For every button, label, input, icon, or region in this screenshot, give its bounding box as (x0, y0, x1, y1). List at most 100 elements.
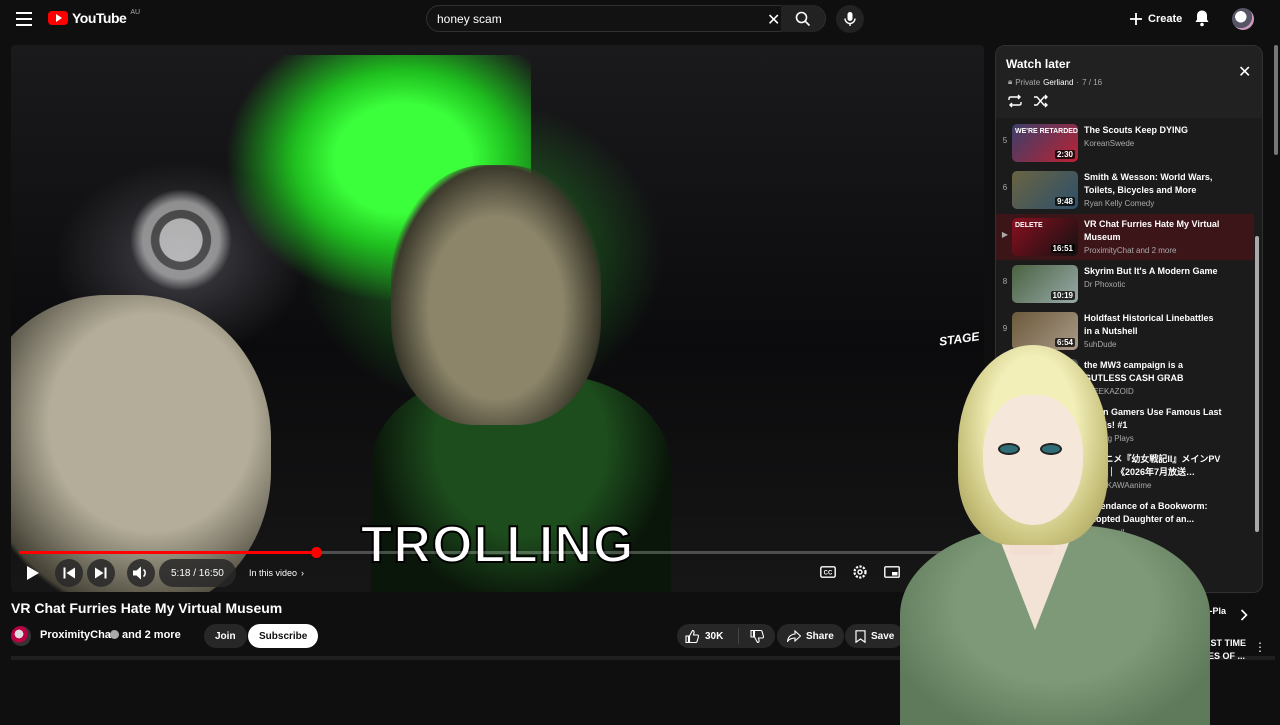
playlist-item-channel: Dr Phoxotic (1084, 280, 1126, 289)
playlist-item[interactable]: 8 10:19 Skyrim But It's A Modern Game Dr Ph… (996, 261, 1254, 307)
chevron-right-icon: › (301, 568, 305, 578)
playlist-item[interactable]: 6 9:48 Smith & Wesson: World Wars, Toilets… (996, 167, 1254, 213)
playlist-title[interactable]: Watch later (1006, 57, 1070, 71)
playlist-item-thumbnail[interactable]: WE'RE RETARDED 2:30 (1012, 124, 1078, 162)
like-count: 30K (705, 630, 724, 642)
playlist-subtitle: 🔒︎ Private Gerliand · 7 / 16 (1008, 77, 1102, 87)
channel-name[interactable]: ProximityChat (40, 629, 115, 641)
dislike-button[interactable] (739, 629, 775, 643)
svg-text:CC: CC (824, 571, 833, 577)
page-scrollbar[interactable] (1274, 45, 1278, 155)
loop-button[interactable] (1007, 94, 1023, 113)
playlist-item-title: VR Chat Furries Hate My Virtual Museum (1084, 219, 1220, 242)
notifications-button[interactable] (1194, 9, 1210, 32)
create-button[interactable]: Create (1120, 6, 1192, 32)
playlist-item-thumbnail[interactable] (1012, 359, 1078, 397)
video-player[interactable]: STAGE TROLLING 5:18 / 16:50 In this vide… (11, 45, 984, 592)
verified-icon (110, 630, 119, 639)
loop-icon (1008, 94, 1022, 108)
playlist-item-text: Ascendance of a Bookworm: Adopted Daught… (1084, 500, 1224, 537)
duration-badge: 9:48 (1054, 197, 1075, 206)
time-display: 5:18 / 16:50 (159, 559, 236, 587)
account-avatar[interactable] (1232, 8, 1254, 30)
chip-role-play[interactable]: Role-Pla (1190, 606, 1226, 616)
playlist-item[interactable]: Ever... | (996, 583, 1254, 593)
playlist-item[interactable]: 9 6:54 Holdfast Historical Linebattles in … (996, 308, 1254, 354)
bookmark-icon (855, 629, 866, 643)
playlist-item-text: the MW3 campaign is a GUTLESS CASH GRAB F… (1084, 359, 1224, 396)
like-dislike-group: 30K (677, 624, 775, 648)
playlist-item-thumbnail[interactable]: 6:54 (1012, 312, 1078, 350)
recommended-video-title[interactable]: FIRST TIME SEES OF ... (1196, 637, 1256, 663)
playlist-item-thumbnail[interactable] (1012, 587, 1078, 592)
playlist-item[interactable]: When Gamers Use Famous Last Words! #1 Gam… (996, 402, 1254, 448)
playlist-item-title: TVアニメ『幼女戦記II』メインPV第1弾｜《2026年7月放送… (1084, 454, 1221, 477)
playlist-item-channel: 5uhDude (1084, 340, 1117, 349)
previous-button[interactable] (55, 559, 83, 587)
search-icon (795, 11, 811, 26)
separator: · (1076, 77, 1080, 87)
video-metadata: VR Chat Furries Hate My Virtual Museum P… (11, 600, 905, 648)
playlist-item-title: Ascendance of a Bookworm: Adopted Daught… (1084, 501, 1208, 524)
subscribe-button[interactable]: Subscribe (248, 624, 319, 648)
captions-button[interactable]: CC (817, 561, 839, 583)
channel-collaborators[interactable]: and 2 more (122, 629, 181, 641)
playlist-item[interactable]: the MW3 campaign is a GUTLESS CASH GRAB F… (996, 355, 1254, 401)
playlist-item-index: 9 (1002, 324, 1008, 333)
playlist-item-thumbnail[interactable] (1012, 547, 1078, 585)
duration-badge: 16:51 (1050, 244, 1075, 253)
playlist-item-title: Ever... | (1084, 588, 1116, 593)
playlist-item-current[interactable]: ▶ DELETE 16:51 VR Chat Furries Hate My Virt… (996, 214, 1254, 260)
playlist-item[interactable]: Ascendance of a Bookworm: Adopted Daught… (996, 496, 1254, 542)
search-input[interactable] (437, 11, 757, 26)
close-icon[interactable]: ✕ (1238, 62, 1251, 82)
next-button[interactable] (87, 559, 115, 587)
microphone-icon (844, 12, 856, 26)
playlist-item-thumbnail[interactable]: 9:48 (1012, 171, 1078, 209)
save-button[interactable]: Save (845, 624, 905, 648)
playlist-item-thumbnail[interactable] (1012, 406, 1078, 444)
playlist-scrollbar[interactable] (1254, 118, 1260, 592)
playlist-item-thumbnail[interactable]: DELETE 16:51 (1012, 218, 1078, 256)
player-controls: 5:18 / 16:50 In this video › CC (11, 559, 984, 587)
channel-avatar[interactable] (11, 626, 31, 646)
join-button[interactable]: Join (204, 624, 247, 648)
playlist-item[interactable]: TVアニメ『幼女戦記II』メインPV第1弾｜《2026年7月放送… KADOKAW… (996, 449, 1254, 495)
duration-badge: 6:54 (1054, 338, 1075, 347)
save-label: Save (871, 630, 895, 642)
clear-search-icon[interactable]: ✕ (767, 10, 780, 30)
settings-button[interactable] (849, 561, 871, 583)
search-box: ✕ (426, 5, 826, 32)
playlist-scroll-thumb[interactable] (1255, 236, 1259, 532)
voice-search-button[interactable] (836, 5, 864, 33)
playlist-item-index: ▶ (1001, 230, 1009, 239)
youtube-logo[interactable]: YouTube AU (48, 9, 140, 26)
playlist-item-thumbnail[interactable] (1012, 500, 1078, 538)
share-button[interactable]: Share (777, 624, 844, 648)
playlist-owner[interactable]: Gerliand (1043, 78, 1073, 87)
playlist-item-text: Smith & Wesson: World Wars, Toilets, Bic… (1084, 171, 1224, 208)
play-button[interactable] (21, 561, 45, 585)
search-button[interactable] (781, 5, 825, 32)
playlist-item-text: TVアニメ『幼女戦記II』メインPV第1弾｜《2026年7月放送… KADOKAW… (1084, 453, 1224, 490)
miniplayer-button[interactable] (881, 561, 903, 583)
shuffle-button[interactable] (1033, 94, 1049, 113)
volume-button[interactable] (127, 559, 155, 587)
playlist-item-thumbnail[interactable] (1012, 453, 1078, 491)
chip-next-button[interactable] (1240, 608, 1248, 626)
chapters-button[interactable]: In this video › (239, 559, 314, 587)
playlist-item-title: Fury Tech Inside (1084, 548, 1155, 558)
duration-badge: 2:30 (1054, 150, 1075, 159)
playlist-item-thumbnail[interactable]: 10:19 (1012, 265, 1078, 303)
playlist-item-text: The Scouts Keep DYING KoreanSwede (1084, 124, 1224, 148)
menu-icon[interactable] (16, 12, 32, 26)
scrubber-handle[interactable] (310, 547, 322, 558)
play-icon (27, 566, 39, 580)
like-button[interactable]: 30K (677, 628, 739, 644)
youtube-logo-icon (48, 11, 68, 25)
progress-bar[interactable] (19, 547, 976, 558)
playlist-item[interactable]: 5 WE'RE RETARDED 2:30 The Scouts Keep DYING… (996, 120, 1254, 166)
playlist-item-channel: KADOKAWAanime (1084, 481, 1152, 490)
playlist-privacy: Private (1015, 77, 1041, 87)
more-options-icon[interactable]: ⋮ (1254, 640, 1266, 654)
